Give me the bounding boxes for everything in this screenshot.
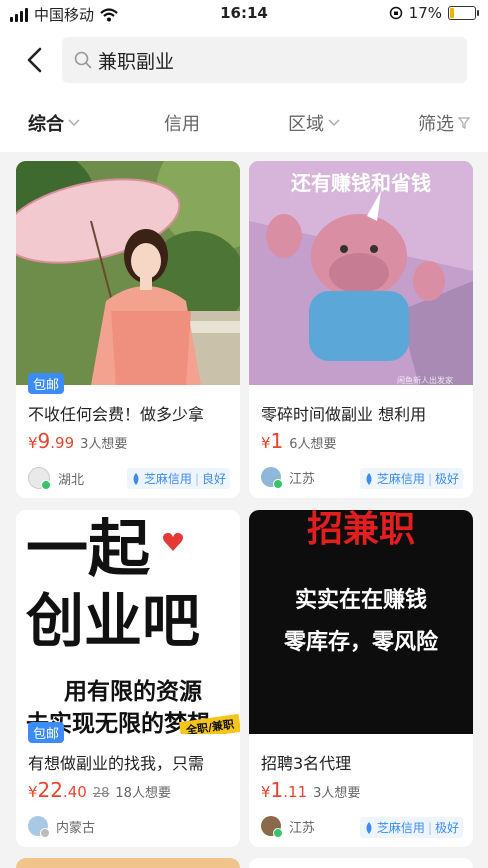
credit-label: 芝麻信用 <box>376 821 425 835</box>
product-card[interactable] <box>249 858 473 868</box>
seller-info[interactable]: 江苏 <box>261 816 316 838</box>
want-count: 3人想要 <box>313 786 361 801</box>
avatar <box>261 816 283 838</box>
seller-info[interactable]: 江苏 <box>261 467 316 489</box>
image-watermark: 闲鱼新人出发家 <box>397 376 453 385</box>
credit-drop-icon <box>366 472 372 485</box>
chevron-down-icon <box>328 119 340 127</box>
status-right: 17% <box>389 4 479 22</box>
price-line: ¥1 6人想要 <box>261 429 337 453</box>
price-line: ¥1.11 3人想要 <box>261 778 360 802</box>
currency-symbol: ¥ <box>261 434 271 452</box>
image-line: 招兼职 <box>306 510 415 550</box>
seller-region: 湖北 <box>58 472 85 488</box>
chevron-down-icon <box>68 119 80 127</box>
price-integer: 22 <box>37 778 63 802</box>
price-decimal: .40 <box>63 783 87 801</box>
credit-badge: 芝麻信用 | 极好 <box>359 817 463 838</box>
product-card[interactable]: 包邮 不收任何会费！做多少拿 ¥9.99 3人想要 湖北 芝麻信用 | 良好 <box>16 161 240 498</box>
tab-region[interactable]: 区域 <box>288 110 340 136</box>
image-line: 实实在在赚钱 <box>294 588 427 613</box>
product-image: 还有赚钱和省钱 闲鱼新人出发家 <box>249 161 473 385</box>
image-line: 零库存，零风险 <box>283 630 438 655</box>
price-decimal: .99 <box>50 434 75 452</box>
currency-symbol: ¥ <box>28 434 38 452</box>
orientation-lock-icon <box>389 6 402 20</box>
credit-drop-icon <box>133 472 139 485</box>
want-count: 3人想要 <box>80 437 128 452</box>
image-line: 一起 <box>26 512 151 585</box>
tab-label: 区域 <box>288 114 324 135</box>
product-image: 一起 创业吧 用有限的资源 去实现无限的梦想 全职/兼职 <box>16 510 240 734</box>
credit-badge: 芝麻信用 | 极好 <box>359 468 463 489</box>
image-caption: 还有赚钱和省钱 <box>291 171 431 195</box>
back-arrow-icon[interactable] <box>20 44 52 76</box>
price: ¥1.11 <box>261 778 307 802</box>
avatar <box>28 816 50 838</box>
product-card[interactable]: 还有赚钱和省钱 闲鱼新人出发家 零碎时间做副业 想利用 ¥1 6人想要 江苏 芝… <box>249 161 473 498</box>
top-area: 中国移动 16:14 17% 兼职副业 综合 信用 区域 筛选 <box>0 0 488 152</box>
product-card[interactable]: 一起 创业吧 用有限的资源 去实现无限的梦想 全职/兼职 包邮 有想做副业的找我… <box>16 510 240 847</box>
seller-region: 内蒙古 <box>56 820 96 836</box>
price-decimal: .11 <box>283 783 308 801</box>
search-row <box>0 36 488 84</box>
filter-funnel-icon <box>458 117 470 129</box>
tab-filter[interactable]: 筛选 <box>418 110 470 136</box>
free-shipping-badge: 包邮 <box>28 373 65 394</box>
free-shipping-badge: 包邮 <box>28 722 65 743</box>
seller-region: 江苏 <box>289 471 316 487</box>
heart-icon <box>163 532 183 551</box>
battery-percent: 17% <box>408 4 442 22</box>
currency-symbol: ¥ <box>261 783 271 801</box>
price-line: ¥22.40 28 18人想要 <box>28 778 171 802</box>
credit-badge: 芝麻信用 | 良好 <box>126 468 230 489</box>
product-title: 不收任何会费！做多少拿 <box>28 405 205 424</box>
tab-label: 筛选 <box>418 114 454 135</box>
currency-symbol: ¥ <box>28 783 38 801</box>
seller-info[interactable]: 内蒙古 <box>28 816 96 838</box>
filter-tabs: 综合 信用 区域 筛选 <box>0 100 488 144</box>
product-card[interactable]: 招兼职 实实在在赚钱 零库存，零风险 招聘3名代理 ¥1.11 3人想要 江苏 … <box>249 510 473 847</box>
price-line: ¥9.99 3人想要 <box>28 429 127 453</box>
price-integer: 1 <box>270 778 284 802</box>
tab-credit[interactable]: 信用 <box>164 110 200 136</box>
tab-comprehensive[interactable]: 综合 <box>28 110 80 136</box>
credit-level: 极好 <box>434 472 459 486</box>
tab-label: 综合 <box>28 114 64 135</box>
want-count: 6人想要 <box>289 437 337 452</box>
avatar <box>28 467 51 490</box>
image-line: 创业吧 <box>26 587 201 655</box>
product-image: 招兼职 实实在在赚钱 零库存，零风险 <box>249 510 473 734</box>
search-icon <box>74 51 92 69</box>
product-card[interactable] <box>16 858 240 868</box>
price-integer: 9 <box>37 429 51 453</box>
credit-label: 芝麻信用 <box>143 472 192 486</box>
original-price: 28 <box>92 786 110 801</box>
tab-label: 信用 <box>164 114 200 135</box>
product-title: 招聘3名代理 <box>261 754 352 773</box>
credit-level: 良好 <box>201 472 226 486</box>
status-bar: 中国移动 16:14 17% <box>0 0 488 28</box>
product-title: 零碎时间做副业 想利用 <box>261 405 427 424</box>
image-line: 用有限的资源 <box>64 679 202 705</box>
credit-label: 芝麻信用 <box>376 472 425 486</box>
price: ¥9.99 <box>28 429 74 453</box>
seller-region: 江苏 <box>289 820 316 836</box>
search-input[interactable] <box>98 49 438 71</box>
seller-info[interactable]: 湖北 <box>28 467 85 490</box>
battery-icon <box>448 6 479 20</box>
search-box[interactable] <box>62 37 467 83</box>
product-image <box>16 161 240 385</box>
credit-level: 极好 <box>434 821 459 835</box>
price: ¥1 <box>261 429 283 453</box>
avatar <box>261 467 283 489</box>
price: ¥22.40 <box>28 778 87 802</box>
credit-drop-icon <box>366 821 372 834</box>
product-title: 有想做副业的找我，只需 <box>28 754 205 773</box>
price-integer: 1 <box>270 429 284 453</box>
want-count: 18人想要 <box>115 786 171 801</box>
